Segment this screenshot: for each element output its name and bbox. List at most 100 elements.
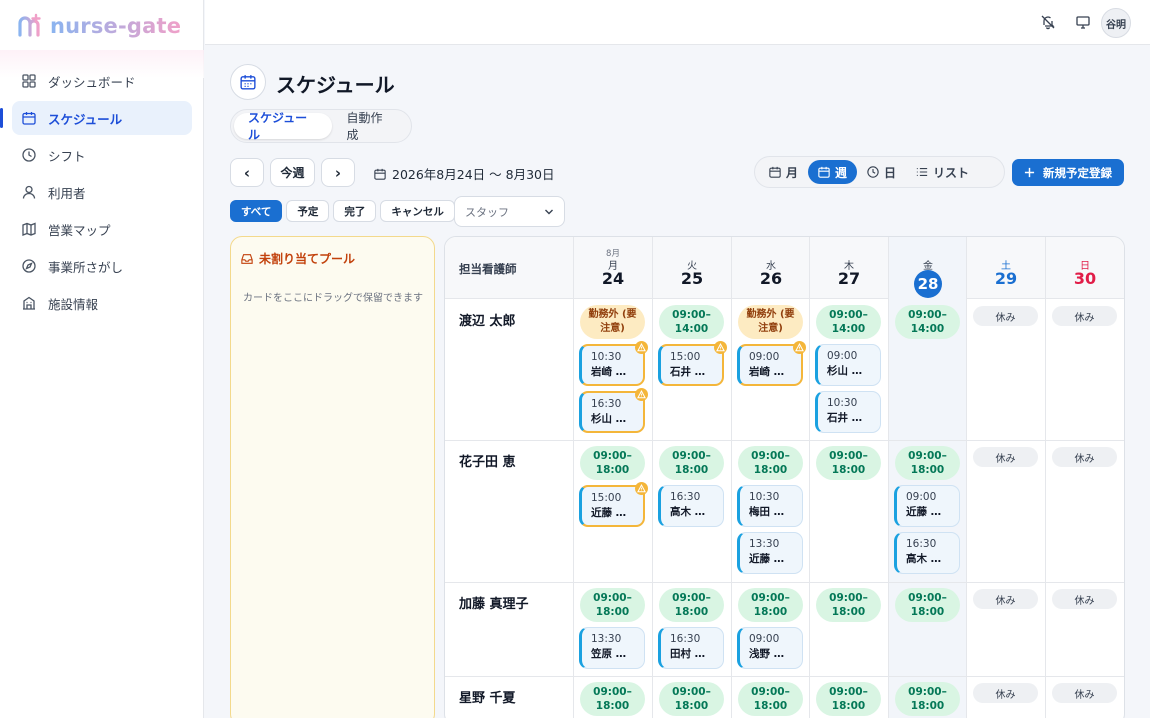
visit-card[interactable]: 13:30 笠原 … bbox=[579, 627, 645, 669]
visit-patient: 近藤 … bbox=[749, 553, 785, 565]
nurse-name[interactable]: 星野 千夏 bbox=[459, 687, 516, 706]
visit-card[interactable]: 09:00 杉山 … bbox=[815, 344, 881, 386]
user-icon bbox=[22, 185, 36, 199]
sidebar-item-shift[interactable]: シフト bbox=[12, 138, 192, 172]
nurse-name[interactable]: 花子田 恵 bbox=[459, 451, 516, 470]
new-schedule-button[interactable]: 新規予定登録 bbox=[1012, 159, 1124, 186]
shift-pill[interactable]: 09:00– 18:00 bbox=[895, 588, 960, 622]
shift-pill[interactable]: 09:00– 18:00 bbox=[816, 588, 881, 622]
visit-card[interactable]: 15:00 石井 … bbox=[658, 341, 727, 386]
shift-pill[interactable]: 09:00– 18:00 bbox=[738, 588, 803, 622]
logo-text: nurse-gate bbox=[50, 14, 182, 38]
visit-card[interactable]: 09:00 近藤 … bbox=[894, 485, 960, 527]
shift-pill[interactable]: 09:00– 18:00 bbox=[738, 446, 803, 480]
nurse-name[interactable]: 加藤 真理子 bbox=[459, 593, 529, 612]
visit-card[interactable]: 10:30 梅田 … bbox=[737, 485, 803, 527]
visit-patient: 高木 … bbox=[670, 506, 706, 518]
view-month-button[interactable]: 月 bbox=[759, 160, 808, 184]
tab-schedule[interactable]: スケジュール bbox=[234, 111, 333, 142]
shift-pill[interactable]: 09:00– 18:00 bbox=[659, 588, 724, 622]
column-divider bbox=[652, 237, 653, 718]
logo[interactable]: nurse-gate bbox=[16, 11, 181, 41]
off-duty-warning[interactable]: 勤務外 (要 注意) bbox=[580, 305, 645, 339]
visit-time: 15:00 bbox=[670, 351, 701, 363]
day-off-badge: 休み bbox=[1052, 683, 1117, 703]
visit-card[interactable]: 16:30 高木 … bbox=[658, 485, 724, 527]
warning-icon bbox=[635, 341, 648, 354]
shift-pill[interactable]: 09:00– 18:00 bbox=[816, 446, 881, 480]
day-header[interactable]: 火 25 bbox=[653, 237, 731, 299]
staff-select[interactable]: スタッフ bbox=[454, 196, 565, 227]
day-header-weekday: 火 bbox=[687, 261, 697, 272]
sidebar-item-office-search[interactable]: 事業所さがし bbox=[12, 249, 192, 283]
shift-pill[interactable]: 09:00– 18:00 bbox=[580, 446, 645, 480]
avatar[interactable]: 谷明 bbox=[1101, 8, 1131, 38]
visit-card[interactable]: 10:30 岩崎 … bbox=[579, 341, 648, 386]
pool-hint: カードをここにドラッグで保留できます bbox=[243, 293, 423, 304]
day-header[interactable]: 木 27 bbox=[810, 237, 888, 299]
visit-card[interactable]: 16:30 田村 … bbox=[658, 627, 724, 669]
visit-card[interactable]: 10:30 石井 … bbox=[815, 391, 881, 433]
shift-pill[interactable]: 09:00– 18:00 bbox=[895, 682, 960, 716]
day-header[interactable]: 日 30 bbox=[1046, 237, 1124, 299]
this-week-button[interactable]: 今週 bbox=[270, 158, 315, 187]
day-header-month bbox=[889, 247, 967, 257]
row-divider bbox=[445, 582, 1124, 583]
row-divider bbox=[445, 440, 1124, 441]
shift-pill[interactable]: 09:00– 18:00 bbox=[580, 682, 645, 716]
next-week-button[interactable]: › bbox=[321, 158, 355, 187]
visit-card[interactable]: 09:00 岩崎 … bbox=[737, 341, 806, 386]
prev-week-button[interactable]: ‹ bbox=[230, 158, 264, 187]
pool-title: 未割り当てプール bbox=[241, 250, 355, 267]
sidebar-item-dashboard[interactable]: ダッシュボード bbox=[12, 64, 192, 98]
visit-time: 13:30 bbox=[749, 538, 780, 550]
shift-pill[interactable]: 09:00– 18:00 bbox=[659, 682, 724, 716]
sidebar-item-schedule[interactable]: スケジュール bbox=[0, 101, 192, 135]
filter-cancelled[interactable]: キャンセル bbox=[380, 200, 455, 222]
chevron-down-icon bbox=[545, 209, 553, 215]
shift-pill[interactable]: 09:00– 18:00 bbox=[895, 446, 960, 480]
calendar-icon bbox=[769, 166, 781, 178]
visit-card[interactable]: 09:00 浅野 … bbox=[737, 627, 803, 669]
warning-icon bbox=[793, 341, 806, 354]
unassigned-pool[interactable]: 未割り当てプール カードをここにドラッグで保留できます bbox=[230, 236, 435, 718]
visit-time: 10:30 bbox=[827, 397, 858, 409]
filter-planned[interactable]: 予定 bbox=[286, 200, 330, 222]
view-day-button[interactable]: 日 bbox=[857, 160, 906, 184]
sidebar-item-sales-map[interactable]: 営業マップ bbox=[12, 212, 192, 246]
day-header[interactable]: 土 29 bbox=[967, 237, 1045, 299]
day-off-badge: 休み bbox=[973, 447, 1038, 467]
shift-pill[interactable]: 09:00– 18:00 bbox=[816, 682, 881, 716]
shift-pill[interactable]: 09:00– 14:00 bbox=[816, 305, 881, 339]
shift-pill[interactable]: 09:00– 14:00 bbox=[895, 305, 960, 339]
nurse-name[interactable]: 渡辺 太郎 bbox=[459, 310, 516, 329]
off-duty-warning[interactable]: 勤務外 (要 注意) bbox=[738, 305, 803, 339]
day-header-weekday: 水 bbox=[766, 261, 776, 272]
shift-pill[interactable]: 09:00– 18:00 bbox=[580, 588, 645, 622]
sidebar-item-facility[interactable]: 施設情報 bbox=[12, 286, 192, 320]
visit-time: 09:00 bbox=[749, 351, 780, 363]
day-header[interactable]: 金 28 bbox=[889, 237, 967, 299]
page-title-calendar-icon bbox=[230, 64, 266, 100]
warning-icon bbox=[635, 482, 648, 495]
day-header[interactable]: 水 26 bbox=[732, 237, 810, 299]
view-day-label: 日 bbox=[884, 165, 897, 180]
shift-pill[interactable]: 09:00– 18:00 bbox=[738, 682, 803, 716]
view-week-button[interactable]: 週 bbox=[808, 160, 858, 184]
day-header[interactable]: 8月月 24 bbox=[574, 237, 652, 299]
filter-all[interactable]: すべて bbox=[230, 200, 283, 222]
monitor-icon[interactable] bbox=[1075, 14, 1091, 30]
visit-card[interactable]: 15:00 近藤 … bbox=[579, 482, 648, 527]
calendar-icon bbox=[818, 166, 830, 178]
visit-card[interactable]: 16:30 高木 … bbox=[894, 532, 960, 574]
bell-off-icon[interactable] bbox=[1040, 14, 1056, 30]
visit-time: 16:30 bbox=[591, 398, 622, 410]
filter-done[interactable]: 完了 bbox=[333, 200, 377, 222]
shift-pill[interactable]: 09:00– 14:00 bbox=[659, 305, 724, 339]
shift-pill[interactable]: 09:00– 18:00 bbox=[659, 446, 724, 480]
view-list-button[interactable]: リスト bbox=[906, 160, 979, 184]
visit-card[interactable]: 16:30 杉山 … bbox=[579, 388, 648, 433]
tab-auto-create[interactable]: 自動作成 bbox=[332, 111, 408, 142]
sidebar-item-users[interactable]: 利用者 bbox=[12, 175, 192, 209]
visit-card[interactable]: 13:30 近藤 … bbox=[737, 532, 803, 574]
